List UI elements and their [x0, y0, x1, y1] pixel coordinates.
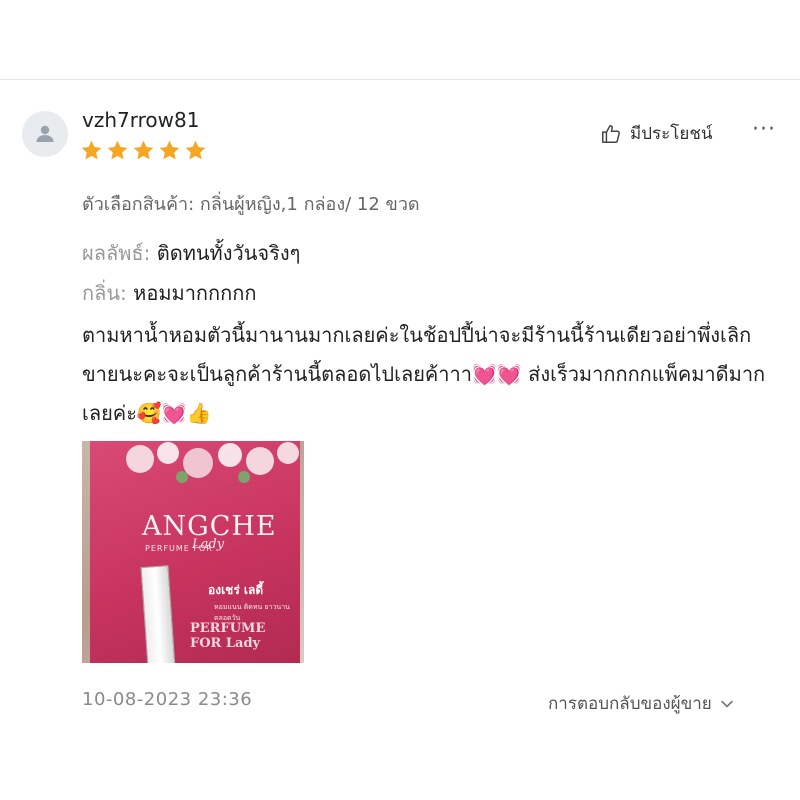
- scent-value: หอมมากกกกก: [133, 281, 257, 305]
- review-date: 10-08-2023 23:36: [82, 689, 253, 710]
- username[interactable]: vzh7rrow81: [82, 108, 199, 132]
- seller-reply-label: การตอบกลับของผู้ขาย: [548, 694, 712, 714]
- chevron-down-icon: [720, 700, 733, 707]
- seller-reply-toggle[interactable]: การตอบกลับของผู้ขาย: [548, 690, 734, 717]
- roller-bottle: [140, 565, 176, 663]
- helpful-button[interactable]: มีประโยชน์: [600, 120, 713, 147]
- scent-line: กลิ่น: หอมมากกกกก: [82, 277, 256, 309]
- more-options-button[interactable]: ···: [752, 117, 776, 142]
- star-icon: [81, 140, 102, 160]
- result-line: ผลลัพธ์: ติดทนทั้งวันจริงๆ: [82, 237, 300, 269]
- flower-decoration: [126, 442, 299, 483]
- rating-stars: [80, 139, 207, 162]
- user-avatar-icon: [36, 125, 54, 142]
- review-text: ตามหาน้ำหอมตัวนี้มานานมากเลยค่ะในช้อปปี้…: [82, 323, 766, 425]
- star-icon: [133, 140, 154, 160]
- result-label: ผลลัพธ์:: [82, 241, 151, 265]
- product-variation: ตัวเลือกสินค้า: กลิ่นผู้หญิง,1 กล่อง/ 12…: [82, 194, 420, 215]
- product-perfume-text: PERFUME FOR Lady: [190, 621, 266, 651]
- scent-label: กลิ่น:: [82, 281, 127, 305]
- review-photo[interactable]: ANGCHE PERFUME FOR Lady องเชร่ เลดี้ หอม…: [82, 441, 304, 663]
- product-brand-script: Lady: [192, 537, 225, 552]
- star-icon: [159, 140, 180, 160]
- product-thai-name: องเชร่ เลดี้: [208, 583, 264, 597]
- product-box: ANGCHE PERFUME FOR Lady องเชร่ เลดี้ หอม…: [90, 441, 300, 663]
- thumbs-up-icon: [602, 124, 620, 143]
- result-value: ติดทนทั้งวันจริงๆ: [156, 241, 301, 265]
- helpful-label: มีประโยชน์: [630, 124, 713, 144]
- star-icon: [185, 140, 206, 160]
- more-icon: ···: [752, 117, 776, 142]
- top-divider: [0, 79, 800, 80]
- star-icon: [107, 140, 128, 160]
- avatar[interactable]: [22, 111, 68, 157]
